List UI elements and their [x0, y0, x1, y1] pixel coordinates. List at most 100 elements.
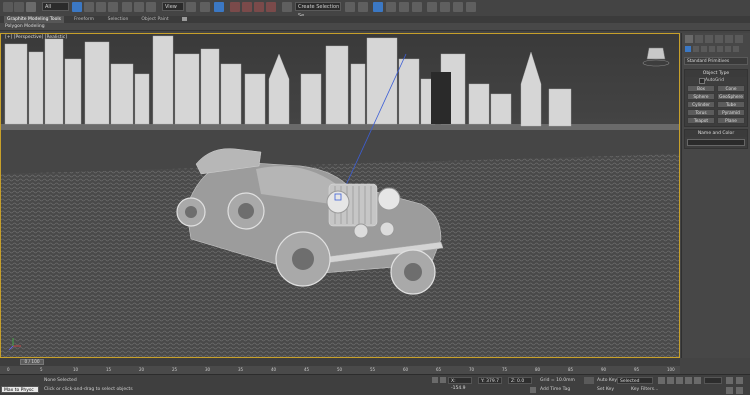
- systems-icon[interactable]: [733, 46, 739, 52]
- set-key-button[interactable]: Set Key: [597, 387, 614, 392]
- timeline-tick-label: 0: [7, 367, 10, 372]
- command-panel: Standard Primitives Object Type AutoGrid…: [681, 33, 750, 358]
- space-warps-icon[interactable]: [725, 46, 731, 52]
- sphere-button[interactable]: Sphere: [687, 93, 715, 100]
- utilities-tab-icon[interactable]: [735, 35, 743, 43]
- tab-freeform[interactable]: Freeform: [70, 16, 98, 23]
- create-tab-icon[interactable]: [685, 35, 693, 43]
- x-coordinate-field[interactable]: X: -154.9: [448, 377, 472, 391]
- edit-named-selection-icon[interactable]: [282, 2, 292, 12]
- auto-key-button[interactable]: Auto Key: [597, 378, 617, 383]
- render-production-icon[interactable]: [466, 2, 476, 12]
- lights-icon[interactable]: [701, 46, 707, 52]
- select-by-name-icon[interactable]: [84, 2, 94, 12]
- mirror-icon[interactable]: [345, 2, 355, 12]
- rotate-icon[interactable]: [134, 2, 144, 12]
- y-coordinate-field[interactable]: Y: 379.7: [478, 377, 502, 384]
- name-and-color-title[interactable]: Name and Color: [685, 130, 747, 137]
- keyboard-shortcut-icon[interactable]: [214, 2, 224, 12]
- teapot-button[interactable]: Teapot: [687, 117, 715, 124]
- spinner-snap-icon[interactable]: [266, 2, 276, 12]
- play-icon[interactable]: [676, 377, 683, 384]
- timeline-tick-label: 70: [469, 367, 475, 372]
- maximize-viewport-icon[interactable]: [736, 387, 743, 394]
- box-button[interactable]: Box: [687, 85, 715, 92]
- key-icon[interactable]: [584, 377, 594, 384]
- timeline-tick-label: 25: [172, 367, 178, 372]
- ribbon-panel: Polygon Modeling: [0, 23, 750, 31]
- go-to-start-icon[interactable]: [658, 377, 665, 384]
- time-slider[interactable]: 0 / 100: [0, 358, 680, 366]
- select-object-icon[interactable]: [72, 2, 82, 12]
- pivot-center-icon[interactable]: [186, 2, 196, 12]
- z-coordinate-field[interactable]: Z: 0.0: [508, 377, 532, 384]
- graphite-toggle-icon[interactable]: [386, 2, 396, 12]
- key-filters-button[interactable]: Key Filters...: [631, 387, 658, 392]
- snap-toggle-icon[interactable]: [230, 2, 240, 12]
- align-icon[interactable]: [358, 2, 368, 12]
- track-bar[interactable]: 0 5 10 15 20 25 30 35 40 45 50 55 60 65 70 75 80 85 90 95 10…: [0, 366, 680, 374]
- modify-tab-icon[interactable]: [695, 35, 703, 43]
- current-frame-field[interactable]: [704, 377, 722, 384]
- cameras-icon[interactable]: [709, 46, 715, 52]
- plane-button[interactable]: Plane: [717, 117, 745, 124]
- next-frame-icon[interactable]: [685, 377, 692, 384]
- display-tab-icon[interactable]: [725, 35, 733, 43]
- redo-icon[interactable]: [14, 2, 24, 12]
- orbit-icon[interactable]: [736, 377, 743, 384]
- scale-icon[interactable]: [146, 2, 156, 12]
- viewport-label[interactable]: [+] [Perspective] [Realistic]: [5, 35, 67, 40]
- render-setup-icon[interactable]: [440, 2, 450, 12]
- curve-editor-icon[interactable]: [399, 2, 409, 12]
- cylinder-button[interactable]: Cylinder: [687, 101, 715, 108]
- pyramid-button[interactable]: Pyramid: [717, 109, 745, 116]
- tube-button[interactable]: Tube: [717, 101, 745, 108]
- percent-snap-icon[interactable]: [254, 2, 264, 12]
- angle-snap-icon[interactable]: [242, 2, 252, 12]
- tab-selection[interactable]: Selection: [104, 16, 132, 23]
- pan-icon[interactable]: [726, 387, 733, 394]
- lock-selection-icon[interactable]: [432, 377, 438, 383]
- tab-object-paint[interactable]: Object Paint: [138, 16, 172, 23]
- geosphere-button[interactable]: GeoSphere: [717, 93, 745, 100]
- previous-frame-icon[interactable]: [667, 377, 674, 384]
- ribbon-subtitle[interactable]: Polygon Modeling: [5, 24, 45, 29]
- material-editor-icon[interactable]: [427, 2, 437, 12]
- cone-button[interactable]: Cone: [717, 85, 745, 92]
- select-manipulate-icon[interactable]: [200, 2, 210, 12]
- time-tag-icon[interactable]: [530, 387, 536, 393]
- rectangular-selection-icon[interactable]: [96, 2, 106, 12]
- reference-coordinate-select[interactable]: View: [162, 2, 184, 11]
- primitive-category-select[interactable]: Standard Primitives: [684, 57, 748, 65]
- absolute-mode-icon[interactable]: [440, 377, 446, 383]
- hierarchy-tab-icon[interactable]: [705, 35, 713, 43]
- maxscript-listener-field[interactable]: Max to Physc: [1, 386, 39, 393]
- motion-tab-icon[interactable]: [715, 35, 723, 43]
- tab-graphite-modeling-tools[interactable]: Graphite Modeling Tools: [4, 16, 64, 23]
- ribbon-tabs: Graphite Modeling Tools Freeform Selecti…: [0, 16, 750, 23]
- go-to-end-icon[interactable]: [694, 377, 701, 384]
- selection-status-text: None Selected: [44, 378, 77, 383]
- window-crossing-icon[interactable]: [108, 2, 118, 12]
- object-name-field[interactable]: [687, 139, 745, 146]
- object-type-title[interactable]: Object Type: [685, 70, 747, 77]
- add-time-tag-button[interactable]: Add Time Tag: [540, 387, 570, 392]
- time-slider-handle[interactable]: 0 / 100: [20, 359, 44, 365]
- torus-button[interactable]: Torus: [687, 109, 715, 116]
- selection-filter-select[interactable]: All: [42, 2, 69, 11]
- schematic-view-icon[interactable]: [412, 2, 422, 12]
- named-selection-set-select[interactable]: Create Selection Se: [295, 2, 341, 19]
- layer-manager-icon[interactable]: [373, 2, 383, 12]
- shapes-icon[interactable]: [693, 46, 699, 52]
- link-icon[interactable]: [26, 2, 36, 12]
- perspective-viewport[interactable]: [+] [Perspective] [Realistic]: [0, 33, 680, 358]
- rendered-frame-window-icon[interactable]: [453, 2, 463, 12]
- ribbon-options-icon[interactable]: [182, 17, 187, 21]
- geometry-icon[interactable]: [685, 46, 691, 52]
- helpers-icon[interactable]: [717, 46, 723, 52]
- undo-icon[interactable]: [3, 2, 13, 12]
- zoom-icon[interactable]: [726, 377, 733, 384]
- move-icon[interactable]: [122, 2, 132, 12]
- key-mode-select[interactable]: Selected: [617, 377, 653, 384]
- timeline-tick-label: 30: [205, 367, 211, 372]
